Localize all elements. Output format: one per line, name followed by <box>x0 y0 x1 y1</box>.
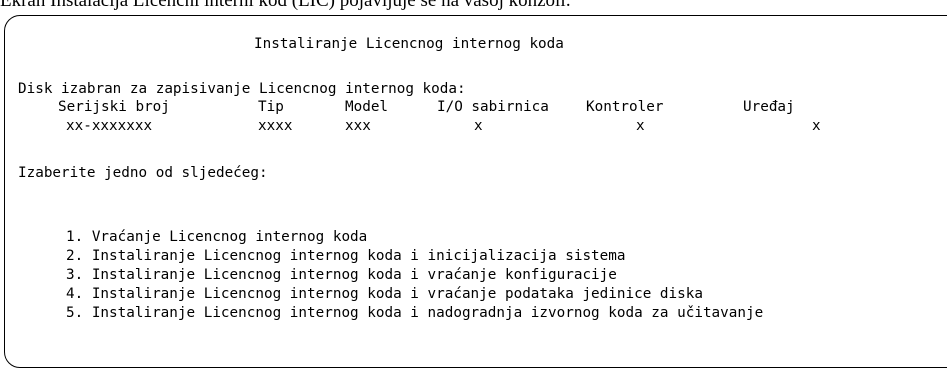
screen-title: Instaliranje Licencnog internog koda <box>254 36 564 52</box>
column-device: Uređaj <box>743 99 795 115</box>
value-device: x <box>812 118 821 134</box>
column-type: Tip <box>258 99 284 115</box>
value-controller: x <box>636 118 645 134</box>
option-2[interactable]: 2. Instaliranje Licencnog internog koda … <box>66 247 625 265</box>
value-io-bus: x <box>474 118 483 134</box>
column-io-bus: I/O sabirnica <box>437 99 549 115</box>
column-serial-number: Serijski broj <box>58 99 170 115</box>
column-controller: Kontroler <box>586 99 664 115</box>
value-serial-number: xx-xxxxxxx <box>66 118 153 134</box>
selection-prompt: Izaberite jedno od sljedećeg: <box>18 165 268 181</box>
value-type: xxxx <box>258 118 293 134</box>
intro-text: Ekran Instalacija Licencni interni kod (… <box>0 0 571 11</box>
value-model: xxx <box>345 118 371 134</box>
option-3[interactable]: 3. Instaliranje Licencnog internog koda … <box>66 266 617 284</box>
column-model: Model <box>345 99 389 115</box>
option-5[interactable]: 5. Instaliranje Licencnog internog koda … <box>66 304 763 322</box>
disk-selected-label: Disk izabran za zapisivanje Licencnog in… <box>18 81 466 97</box>
option-1[interactable]: 1. Vraćanje Licencnog internog koda <box>66 228 367 246</box>
option-4[interactable]: 4. Instaliranje Licencnog internog koda … <box>66 285 703 303</box>
